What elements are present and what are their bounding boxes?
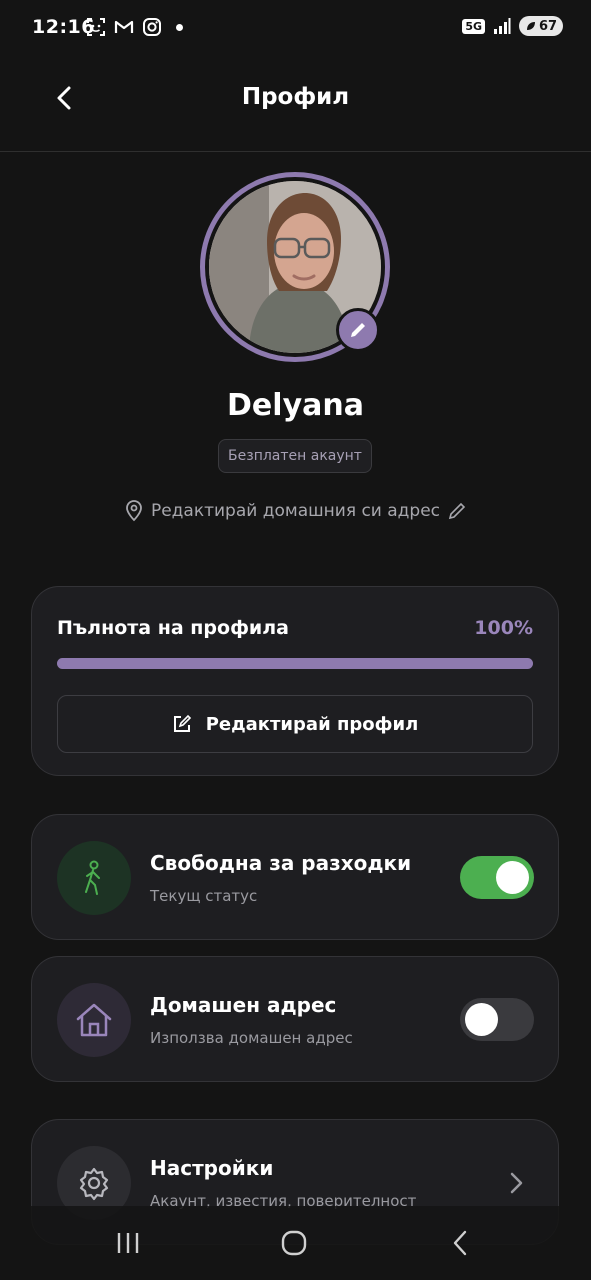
completeness-progress-fill: [57, 658, 533, 669]
edit-address-link[interactable]: Редактирай домашния си адрес: [0, 500, 591, 522]
home-icon-circle: [57, 983, 131, 1057]
status-icons-left: [86, 17, 183, 37]
recent-apps-icon: [117, 1233, 139, 1253]
completeness-progress-bar: [57, 658, 533, 669]
walk-status-subtitle: Текущ статус: [150, 887, 258, 905]
edit-profile-button[interactable]: Редактирай профил: [57, 695, 533, 753]
completeness-value: 100%: [474, 617, 533, 639]
recent-apps-button[interactable]: [108, 1228, 148, 1258]
walk-icon-circle: [57, 841, 131, 915]
toggle-knob: [465, 1003, 498, 1036]
home-address-toggle[interactable]: [460, 998, 534, 1041]
home-address-title: Домашен адрес: [150, 993, 337, 1017]
location-pin-icon: [126, 500, 142, 522]
leaf-icon: [526, 22, 535, 30]
back-icon: [453, 1230, 467, 1256]
home-address-card: Домашен адрес Използва домашен адрес: [31, 956, 559, 1082]
account-type-badge: Безплатен акаунт: [218, 439, 372, 473]
chevron-right-icon: [504, 1168, 528, 1198]
instagram-icon: [143, 18, 161, 36]
5g-icon: 5G: [462, 18, 485, 34]
edit-avatar-button[interactable]: [336, 308, 380, 352]
home-nav-button[interactable]: [274, 1228, 314, 1258]
face-scan-icon: [87, 18, 105, 36]
toggle-knob: [496, 861, 529, 894]
walking-person-icon: [85, 860, 100, 895]
profile-completeness-card: Пълнота на профила 100% Редактирай профи…: [31, 586, 559, 776]
walk-status-card: Свободна за разходки Текущ статус: [31, 814, 559, 940]
completeness-label: Пълнота на профила: [57, 617, 289, 639]
pencil-icon: [448, 502, 466, 520]
status-icons-right: 5G 67: [462, 16, 563, 36]
home-address-subtitle: Използва домашен адрес: [150, 1029, 353, 1047]
settings-title: Настройки: [150, 1156, 274, 1180]
battery-level: 67: [538, 18, 558, 34]
home-circle-icon: [281, 1230, 307, 1256]
page-title: Профил: [241, 84, 350, 110]
pencil-icon: [351, 323, 365, 337]
battery-icon: 67: [519, 16, 563, 36]
status-bar: 12:16 5G 67: [0, 0, 591, 56]
edit-address-label: Редактирай домашния си адрес: [150, 501, 441, 521]
gmail-icon: [114, 20, 134, 33]
gear-icon: [79, 1167, 109, 1201]
app-header: Профил: [0, 56, 591, 152]
notification-dot-icon: [176, 23, 183, 31]
home-icon: [76, 1003, 112, 1037]
edit-profile-label: Редактирай профил: [205, 713, 419, 735]
system-nav-bar: [0, 1206, 591, 1280]
edit-square-icon: [173, 714, 191, 732]
signal-icon: [494, 18, 511, 34]
user-name: Delyana: [227, 388, 364, 423]
walk-status-toggle[interactable]: [460, 856, 534, 899]
walk-status-title: Свободна за разходки: [150, 851, 412, 875]
back-nav-button[interactable]: [440, 1228, 480, 1258]
